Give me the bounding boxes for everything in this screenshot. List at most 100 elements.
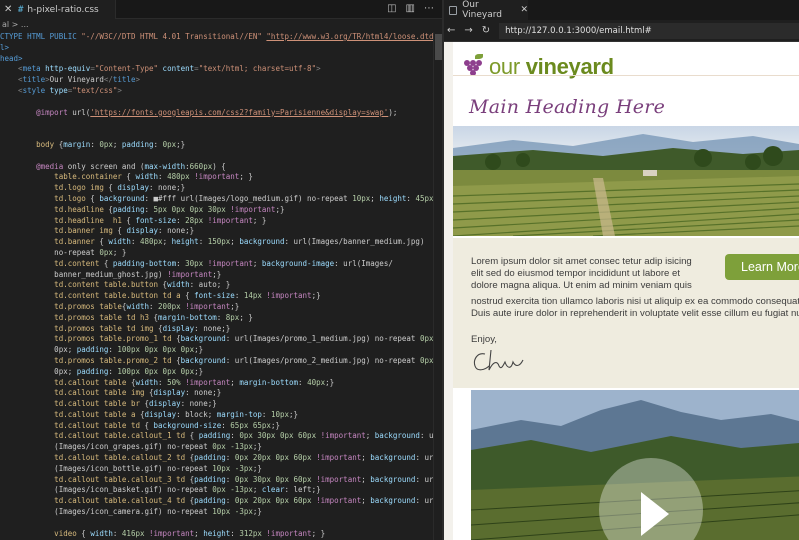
code-line[interactable]: td.content table.button {width: auto; } (0, 280, 434, 291)
code-line[interactable]: td.headline {padding: 5px 0px 0px 30px !… (0, 205, 434, 216)
code-line[interactable]: banner_medium_ghost.jpg) !important;} (0, 270, 434, 281)
code-token: display (149, 399, 181, 409)
learn-more-button[interactable]: Learn More (725, 254, 799, 280)
close-icon[interactable]: ✕ (520, 5, 528, 15)
code-line[interactable]: l> (0, 43, 434, 54)
forward-icon[interactable]: → (464, 25, 472, 36)
code-line[interactable]: td.callout table.callout_3 td {padding: … (0, 475, 434, 486)
code-line[interactable]: (Images/icon_camera.gif) no-repeat 10px … (0, 507, 434, 518)
code-line[interactable]: td.promos table.promo_2 td {background: … (0, 356, 434, 367)
code-line[interactable]: 0px; padding: 100px 0px 0px 0px;} (0, 367, 434, 378)
editor-scrollbar[interactable] (433, 32, 442, 540)
code-line[interactable]: <meta http-equiv="Content-Type" content=… (0, 64, 434, 75)
code-line[interactable]: td.callout table a {display: block; marg… (0, 410, 434, 421)
code-line[interactable]: @media only screen and (max-width:660px)… (0, 162, 434, 173)
reload-icon[interactable]: ↻ (482, 25, 490, 36)
split-editor-icon[interactable]: ▥ (406, 3, 415, 14)
code-token: font-size (135, 215, 177, 225)
scrollbar-thumb[interactable] (435, 34, 442, 60)
code-line[interactable]: td.promos table td h3 {margin-bottom: 8p… (0, 313, 434, 324)
breadcrumb[interactable]: al > ... (0, 19, 442, 31)
code-line[interactable]: head> (0, 54, 434, 65)
code-line[interactable]: td.promos table td img {display: none;} (0, 324, 434, 335)
code-line[interactable] (0, 97, 434, 108)
code-line[interactable]: td.logo img { display: none;} (0, 183, 434, 194)
code-line[interactable]: td.content { padding-bottom: 30px !impor… (0, 259, 434, 270)
code-token: http-equiv (40, 64, 91, 74)
signoff-text: Enjoy, (471, 334, 497, 345)
more-actions-icon[interactable]: ⋯ (424, 3, 434, 14)
close-tab-icon[interactable]: ✕ (4, 4, 18, 15)
code-token: : (298, 377, 308, 387)
browser-tab-title: Our Vineyard (462, 0, 502, 20)
code-token: 0px; (0, 345, 77, 355)
code-token: (Images/icon_bottle.gif) no-repeat (0, 463, 213, 473)
code-token: { (171, 334, 181, 344)
browser-tab[interactable]: Our Vineyard ✕ (444, 0, 528, 20)
code-line[interactable]: td.banner { width: 480px; height: 150px;… (0, 237, 434, 248)
code-line[interactable]: td.callout table img {display: none;} (0, 388, 434, 399)
code-line[interactable]: td.banner img { display: none;} (0, 226, 434, 237)
code-line[interactable]: td.callout table td { background-size: 6… (0, 421, 434, 432)
code-token: 480px (139, 237, 163, 247)
code-line[interactable]: CTYPE HTML PUBLIC "-//W3C//DTD HTML 4.01… (0, 32, 434, 43)
code-line[interactable]: td.callout table {width: 50% !important;… (0, 378, 434, 389)
code-line[interactable] (0, 118, 434, 129)
code-token: !important (162, 269, 213, 279)
editor-tab[interactable]: ✕ # h-pixel-ratio.css (0, 0, 116, 19)
code-token: display (153, 388, 186, 398)
code-token: td.promos table td img (0, 323, 154, 333)
address-bar[interactable]: http://127.0.0.1:3000/email.html# (499, 22, 799, 39)
code-token: ;} (252, 507, 262, 517)
code-line[interactable]: td.promos table{width: 200px !important;… (0, 302, 434, 313)
code-token: !important (261, 528, 312, 538)
code-token: 312px (239, 528, 262, 538)
code-token: height (203, 528, 231, 538)
code-line[interactable] (0, 129, 434, 140)
code-line[interactable] (0, 151, 434, 162)
code-line[interactable]: @import url('https://fonts.googleapis.co… (0, 108, 434, 119)
code-line[interactable]: <title>Our Vineyard</title> (0, 75, 434, 86)
code-line[interactable]: table.container { width: 480px !importan… (0, 172, 434, 183)
code-line[interactable]: td.callout table br {display: none;} (0, 399, 434, 410)
back-icon[interactable]: ← (447, 25, 455, 36)
code-line[interactable]: td.content table.button td a { font-size… (0, 291, 434, 302)
code-line[interactable]: td.callout table.callout_4 td {padding: … (0, 496, 434, 507)
code-token: ;} (270, 420, 280, 430)
code-line[interactable]: (Images/icon_basket.gif) no-repeat 0px -… (0, 485, 434, 496)
code-line[interactable]: td.promos table.promo_1 td {background: … (0, 334, 434, 345)
code-line[interactable]: (Images/icon_grapes.gif) no-repeat 0px -… (0, 442, 434, 453)
intro-line: Duis aute irure dolor in reprehenderit i… (471, 308, 799, 320)
code-token: background (99, 193, 145, 203)
code-line[interactable]: <style type="text/css"> (0, 86, 434, 97)
code-token: 10px (352, 193, 371, 203)
code-token: l> (0, 42, 10, 52)
video-player[interactable] (471, 390, 799, 540)
code-token: 0px (419, 355, 434, 365)
code-line[interactable]: td.callout table.callout_1 td { padding:… (0, 431, 434, 442)
code-line[interactable] (0, 518, 434, 529)
code-token: 65px 65px (230, 420, 271, 430)
code-line[interactable]: td.logo { background: ■#fff url(Images/l… (0, 194, 434, 205)
code-token: (Images/icon_camera.gif) no-repeat (0, 507, 213, 517)
code-line[interactable]: video { width: 416px !important; height:… (0, 529, 434, 540)
code-line[interactable]: td.callout table.callout_2 td {padding: … (0, 453, 434, 464)
logo-text: our vineyard (489, 54, 614, 79)
open-preview-icon[interactable]: ◫ (387, 3, 396, 14)
code-token: ; (365, 431, 375, 441)
code-token: background (370, 496, 416, 506)
vineyard-banner-image (453, 126, 799, 236)
code-area[interactable]: CTYPE HTML PUBLIC "-//W3C//DTD HTML 4.01… (0, 32, 434, 540)
code-line[interactable]: (Images/icon_bottle.gif) no-repeat 10px … (0, 464, 434, 475)
code-line[interactable]: body {margin: 0px; padding: 0px;} (0, 140, 434, 151)
code-token: > (117, 85, 122, 95)
code-line[interactable]: td.headline h1 { font-size: 28px !import… (0, 216, 434, 227)
code-line[interactable]: 0px; padding: 100px 0px 0px 0px;} (0, 345, 434, 356)
page-icon (449, 5, 458, 15)
code-token: ; (361, 474, 371, 484)
code-editor: ✕ # h-pixel-ratio.css ◫ ▥ ⋯ al > ... CTY… (0, 0, 442, 540)
code-token: only screen and ( (63, 161, 145, 171)
logo[interactable]: our vineyard (463, 54, 614, 80)
code-token: td.promos table (0, 301, 122, 311)
code-line[interactable]: no-repeat 0px; } (0, 248, 434, 259)
